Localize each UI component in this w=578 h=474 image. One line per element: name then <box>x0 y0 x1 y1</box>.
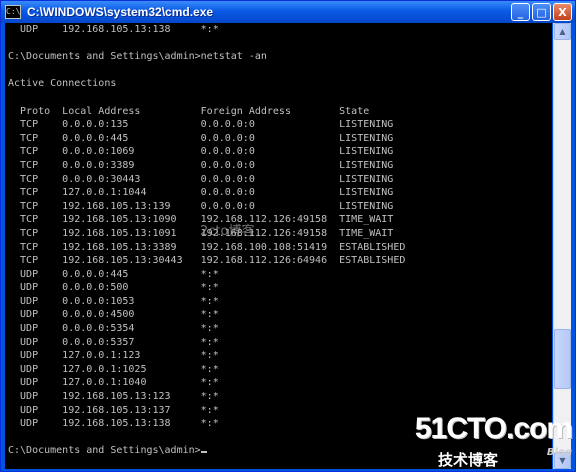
console-line: UDP 0.0.0.0:5357 *:* <box>8 336 219 348</box>
console-line: UDP 127.0.0.1:123 *:* <box>8 350 219 362</box>
console-line: TCP 0.0.0.0:445 0.0.0.0:0 LISTENING <box>8 132 394 144</box>
console-line: Active Connections <box>8 78 117 90</box>
console-line: TCP 192.168.105.13:1091 192.168.112.126:… <box>8 227 394 239</box>
logo-main-text: 51CTO.com <box>414 412 573 445</box>
console-line: TCP 0.0.0.0:135 0.0.0.0:0 LISTENING <box>8 119 394 131</box>
console-line: TCP 192.168.105.13:3389 192.168.100.108:… <box>8 241 406 253</box>
scroll-thumb[interactable] <box>554 329 571 389</box>
console-line: TCP 127.0.0.1:1044 0.0.0.0:0 LISTENING <box>8 187 394 199</box>
console-line: UDP 0.0.0.0:4500 *:* <box>8 309 219 321</box>
maximize-button[interactable]: □ <box>532 3 551 21</box>
scroll-up-icon[interactable]: ▲ <box>554 23 571 40</box>
text-cursor <box>200 451 207 454</box>
close-button[interactable]: X <box>553 3 572 21</box>
window-controls: _ □ X <box>511 3 572 21</box>
console-line: UDP 0.0.0.0:445 *:* <box>8 268 219 280</box>
console-line: TCP 192.168.105.13:1090 192.168.112.126:… <box>8 214 394 226</box>
title-bar[interactable]: C:\ C:\WINDOWS\system32\cmd.exe _ □ X <box>1 1 575 23</box>
console-line: TCP 0.0.0.0:30443 0.0.0.0:0 LISTENING <box>8 173 394 185</box>
console-line: UDP 0.0.0.0:1053 *:* <box>8 295 219 307</box>
console-line: C:\Documents and Settings\admin>netstat … <box>8 51 267 63</box>
console-line: UDP 127.0.0.1:1025 *:* <box>8 363 219 375</box>
console-line: Proto Local Address Foreign Address Stat… <box>8 105 370 117</box>
console-output[interactable]: UDP 192.168.105.13:138 *:* C:\Documents a… <box>5 23 552 469</box>
console-line: TCP 0.0.0.0:1069 0.0.0.0:0 LISTENING <box>8 146 394 158</box>
site-logo: 51CTO.com Blog 技术博客 <box>415 412 573 470</box>
watermark-text: 2cto博客 <box>200 224 255 239</box>
vertical-scrollbar[interactable]: ▲ ▼ <box>553 23 571 469</box>
console-line: UDP 0.0.0.0:5354 *:* <box>8 323 219 335</box>
console-line: UDP 192.168.105.13:138 *:* <box>8 24 219 35</box>
console-line: TCP 192.168.105.13:30443 192.168.112.126… <box>8 255 406 267</box>
console-line: TCP 0.0.0.0:3389 0.0.0.0:0 LISTENING <box>8 159 394 171</box>
console-line: UDP 127.0.0.1:1040 *:* <box>8 377 219 389</box>
window-title: C:\WINDOWS\system32\cmd.exe <box>27 5 214 19</box>
console-line: UDP 0.0.0.0:500 *:* <box>8 282 219 294</box>
console-line: UDP 192.168.105.13:123 *:* <box>8 391 219 403</box>
minimize-button[interactable]: _ <box>511 3 530 21</box>
console-app-icon[interactable]: C:\ <box>5 5 21 19</box>
console-line: TCP 192.168.105.13:139 0.0.0.0:0 LISTENI… <box>8 200 394 212</box>
cmd-window: C:\ C:\WINDOWS\system32\cmd.exe _ □ X UD… <box>0 0 576 472</box>
logo-sub-text: 技术博客 <box>438 451 499 469</box>
logo-blog-text: Blog <box>546 447 572 458</box>
